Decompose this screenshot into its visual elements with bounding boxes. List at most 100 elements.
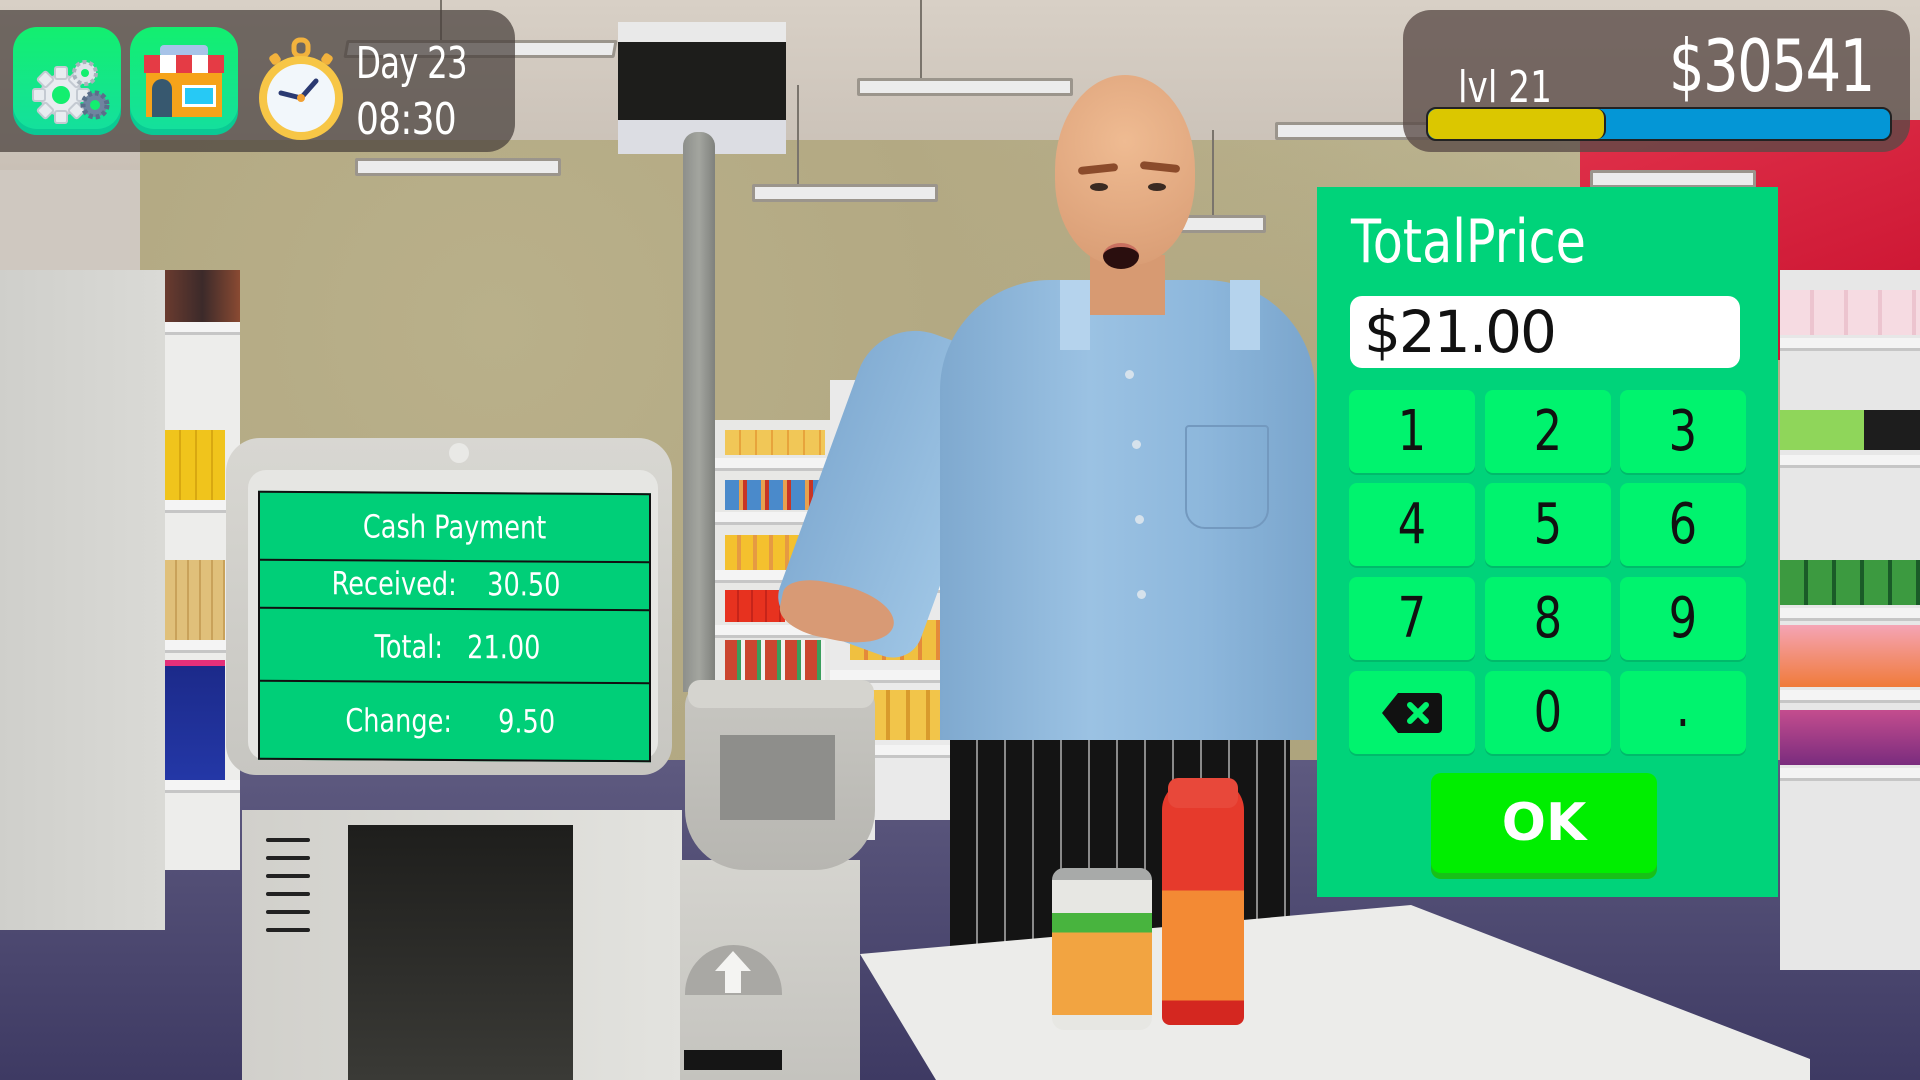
settings-button[interactable] [13,27,121,135]
cash-payment-title-text: Cash Payment [362,507,547,547]
card-reader-screen [720,735,835,820]
card-reader-top [688,680,874,708]
keypad-key-5[interactable]: 5 [1485,483,1611,566]
cash-payment-title: Cash Payment [260,492,649,564]
key-label: . [1675,675,1691,740]
key-label: 2 [1533,399,1563,464]
key-label: 1 [1397,399,1427,464]
key-label: 7 [1397,586,1427,651]
keypad-key-4[interactable]: 4 [1349,483,1475,566]
total-price-panel: TotalPrice 1 2 3 4 5 6 7 8 9 0 . OK [1317,187,1778,897]
key-label: 9 [1668,586,1698,651]
shelf-bar [1780,338,1920,351]
keypad-key-2[interactable]: 2 [1485,390,1611,473]
keypad-key-9[interactable]: 9 [1620,577,1746,660]
ceiling-lamp [857,78,1073,96]
key-label: 0 [1533,680,1563,745]
received-value: 30.50 [487,565,561,604]
player-level: lvl 21 [1458,62,1552,113]
shelf-bar [1780,690,1920,703]
change-label: Change: [345,701,452,740]
scanner-pole [683,132,715,692]
keypad-key-3[interactable]: 3 [1620,390,1746,473]
product-sauce [725,590,785,622]
product-lotus-confort [1780,625,1920,687]
keypad-key-8[interactable]: 8 [1485,577,1611,660]
shelf-unit-right [1780,270,1920,970]
ceiling-lamp [355,158,561,176]
key-label: 3 [1668,399,1698,464]
lamp-wire [1212,130,1214,220]
ceiling-lamp [1590,170,1756,188]
customer-mouth [1103,243,1139,269]
product-cans [725,430,825,455]
shelf-bar [1780,608,1920,621]
total-price-title: TotalPrice [1351,207,1586,277]
storefront-icon [144,45,224,117]
keypad-key-1[interactable]: 1 [1349,390,1475,473]
change-row: Change: 9.50 [260,684,649,758]
key-label: 5 [1533,492,1563,557]
customer-eye [1148,183,1166,191]
change-value: 9.50 [498,702,556,741]
shirt-button [1137,590,1146,599]
shelf-bar [165,780,240,793]
counter-item-tomato-sauce[interactable] [1162,780,1244,1025]
xp-progress-fill [1428,109,1606,139]
keypad-key-7[interactable]: 7 [1349,577,1475,660]
day-counter: Day 23 [356,38,468,89]
product-moltonel [1780,710,1920,765]
register-vent [266,910,310,914]
product-boxes [165,270,240,325]
keypad-key-decimal[interactable]: . [1620,671,1746,754]
key-label: 4 [1397,492,1427,557]
ceiling-lamp [752,184,938,202]
keypad-key-6[interactable]: 6 [1620,483,1746,566]
money-balance: $30541 [1668,24,1876,108]
monitor-camera [449,443,469,463]
product-soap [1780,410,1920,450]
gears-icon [32,60,110,124]
customer-shirt-pocket [1185,425,1269,529]
cash-payment-screen: Cash Payment Received: 30.50 Total: 21.0… [258,490,651,763]
shelf-bar [1780,455,1920,468]
xp-progress-bar [1426,107,1892,141]
hud-top-left: Day 23 08:30 [0,10,515,152]
product-yellow [165,430,225,500]
shelf-bar [1780,768,1920,781]
register-vent [266,928,310,932]
shelf-unit-left [0,270,165,930]
customer-eye [1090,183,1108,191]
product-intima [1780,290,1920,335]
counter-item-canned-pasta[interactable] [1052,868,1152,1030]
backspace-icon [1382,692,1442,733]
shirt-button [1135,515,1144,524]
shelf-bar [165,322,240,335]
total-price-input[interactable] [1350,296,1740,368]
clock-time: 08:30 [356,94,457,145]
total-value: 21.00 [466,627,540,667]
lamp-wire [920,0,922,80]
lamp-wire [797,85,799,185]
register-scanner-window [348,825,573,1080]
product-blue-boxes [165,660,225,786]
product-tonic [1780,560,1920,605]
register-vent [266,892,310,896]
shirt-button [1132,440,1141,449]
ok-button[interactable]: OK [1431,773,1657,873]
keypad-key-backspace[interactable] [1349,671,1475,754]
stopwatch-icon [256,36,346,144]
key-label: 6 [1668,492,1698,557]
receipt-arrow-icon [685,945,782,995]
receipt-slot [684,1050,782,1070]
hud-top-right: $30541 lvl 21 [1403,10,1910,152]
bottle-cap [1168,778,1238,808]
key-label: 8 [1533,586,1563,651]
register-vent [266,856,310,860]
register-vent [266,874,310,878]
total-row: Total: 21.00 [260,610,649,685]
keypad-key-0[interactable]: 0 [1485,671,1611,754]
product-cans [725,640,825,680]
store-button[interactable] [130,27,238,135]
shirt-button [1125,370,1134,379]
